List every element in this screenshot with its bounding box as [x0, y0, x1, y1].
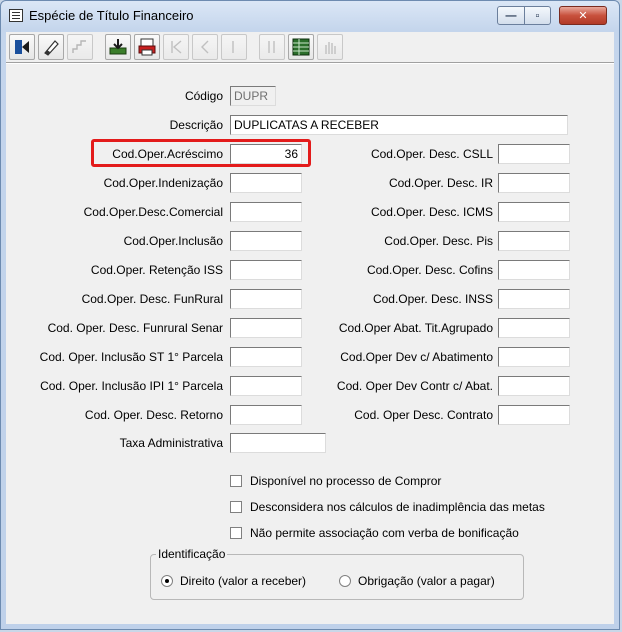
- right-label-4: Cod.Oper. Desc. Cofins: [366, 263, 493, 277]
- form-panel: Código Descrição Cod.Oper.Acréscimo Cod.…: [6, 63, 614, 624]
- save-icon: [109, 39, 127, 55]
- left-label-3: Cod.Oper.Inclusão: [123, 234, 223, 248]
- last-record-button[interactable]: [259, 34, 285, 60]
- close-button[interactable]: ✕: [559, 6, 607, 25]
- window-app-icon: [9, 9, 23, 22]
- right-field-0[interactable]: [498, 144, 570, 164]
- minimize-button[interactable]: —: [497, 6, 525, 25]
- right-field-8[interactable]: [498, 376, 570, 396]
- right-field-5[interactable]: [498, 289, 570, 309]
- radio-unselected-icon[interactable]: [339, 575, 351, 587]
- toolbar: [6, 32, 614, 63]
- print-icon: [138, 38, 156, 56]
- right-label-7: Cod.Oper Dev c/ Abatimento: [340, 350, 493, 364]
- left-label-4: Cod.Oper. Retenção ISS: [90, 263, 223, 277]
- right-field-2[interactable]: [498, 202, 570, 222]
- next-icon: [232, 41, 234, 53]
- next-record-button[interactable]: [221, 34, 247, 60]
- steps-icon: [72, 40, 86, 53]
- left-field-2[interactable]: [230, 202, 302, 222]
- left-label-6: Cod. Oper. Desc. Funrural Senar: [47, 321, 223, 335]
- left-field-5[interactable]: [230, 289, 302, 309]
- left-label-9: Cod. Oper. Desc. Retorno: [84, 408, 223, 422]
- codigo-field[interactable]: [230, 86, 276, 106]
- right-field-3[interactable]: [498, 231, 570, 251]
- left-field-4[interactable]: [230, 260, 302, 280]
- left-label-8: Cod. Oper. Inclusão IPI 1° Parcela: [40, 379, 223, 393]
- check-bonificacao-label: Não permite associação com verba de boni…: [250, 526, 519, 540]
- check-compror[interactable]: Disponível no processo de Compror: [230, 473, 441, 489]
- right-field-1[interactable]: [498, 173, 570, 193]
- left-label-0: Cod.Oper.Acréscimo: [112, 147, 223, 161]
- check-inadimplencia-label: Desconsidera nos cálculos de inadimplênc…: [250, 500, 545, 514]
- first-record-button[interactable]: [163, 34, 189, 60]
- check-inadimplencia[interactable]: Desconsidera nos cálculos de inadimplênc…: [230, 499, 545, 515]
- codigo-label: Código: [184, 89, 223, 103]
- left-field-7[interactable]: [230, 347, 302, 367]
- eraser-icon: [44, 40, 59, 56]
- taxa-label: Taxa Administrativa: [119, 436, 223, 450]
- right-label-6: Cod.Oper Abat. Tit.Agrupado: [338, 321, 493, 335]
- right-label-1: Cod.Oper. Desc. IR: [388, 176, 493, 190]
- left-field-6[interactable]: [230, 318, 302, 338]
- window-title: Espécie de Título Financeiro: [29, 8, 194, 23]
- right-label-8: Cod. Oper Dev Contr c/ Abat.: [336, 379, 493, 393]
- left-field-1[interactable]: [230, 173, 302, 193]
- left-field-8[interactable]: [230, 376, 302, 396]
- right-label-9: Cod. Oper Desc. Contrato: [354, 408, 493, 422]
- checkbox-box[interactable]: [230, 475, 242, 487]
- right-field-9[interactable]: [498, 405, 570, 425]
- left-label-7: Cod. Oper. Inclusão ST 1° Parcela: [39, 350, 223, 364]
- check-bonificacao[interactable]: Não permite associação com verba de boni…: [230, 525, 519, 541]
- right-field-7[interactable]: [498, 347, 570, 367]
- right-label-5: Cod.Oper. Desc. INSS: [372, 292, 493, 306]
- left-label-1: Cod.Oper.Indenização: [103, 176, 223, 190]
- title-bar[interactable]: Espécie de Título Financeiro — ▫ ✕: [1, 1, 619, 31]
- previous-record-button[interactable]: [192, 34, 218, 60]
- descricao-field[interactable]: [230, 115, 568, 135]
- left-label-5: Cod.Oper. Desc. FunRural: [81, 292, 223, 306]
- exit-button[interactable]: [9, 34, 35, 60]
- exit-icon: [15, 40, 29, 54]
- hand-button[interactable]: [317, 34, 343, 60]
- taxa-field[interactable]: [230, 433, 326, 453]
- save-button[interactable]: [105, 34, 131, 60]
- left-label-2: Cod.Oper.Desc.Comercial: [83, 205, 223, 219]
- radio-selected-icon[interactable]: [161, 575, 173, 587]
- radio-direito[interactable]: Direito (valor a receber): [161, 573, 306, 589]
- steps-button[interactable]: [67, 34, 93, 60]
- descricao-label: Descrição: [169, 118, 223, 132]
- right-label-2: Cod.Oper. Desc. ICMS: [370, 205, 493, 219]
- prev-icon: [201, 40, 209, 54]
- right-field-6[interactable]: [498, 318, 570, 338]
- hand-icon: [325, 42, 336, 54]
- maximize-button[interactable]: ▫: [524, 6, 551, 25]
- main-window: Espécie de Título Financeiro — ▫ ✕ Códig…: [0, 0, 620, 630]
- radio-direito-label: Direito (valor a receber): [180, 574, 307, 588]
- checkbox-box[interactable]: [230, 501, 242, 513]
- last-icon: [268, 41, 275, 53]
- print-button[interactable]: [134, 34, 160, 60]
- grid-button[interactable]: [288, 34, 314, 60]
- right-label-0: Cod.Oper. Desc. CSLL: [370, 147, 493, 161]
- check-compror-label: Disponível no processo de Compror: [250, 474, 442, 488]
- left-field-3[interactable]: [230, 231, 302, 251]
- right-label-3: Cod.Oper. Desc. Pis: [384, 234, 493, 248]
- checkbox-box[interactable]: [230, 527, 242, 539]
- clear-button[interactable]: [38, 34, 64, 60]
- right-field-4[interactable]: [498, 260, 570, 280]
- grid-icon: [292, 38, 310, 56]
- left-field-9[interactable]: [230, 405, 302, 425]
- left-field-0[interactable]: [230, 144, 302, 164]
- radio-obrigacao[interactable]: Obrigação (valor a pagar): [339, 573, 495, 589]
- radio-obrigacao-label: Obrigação (valor a pagar): [358, 574, 495, 588]
- first-icon: [171, 40, 182, 54]
- identificacao-legend: Identificação: [156, 546, 228, 562]
